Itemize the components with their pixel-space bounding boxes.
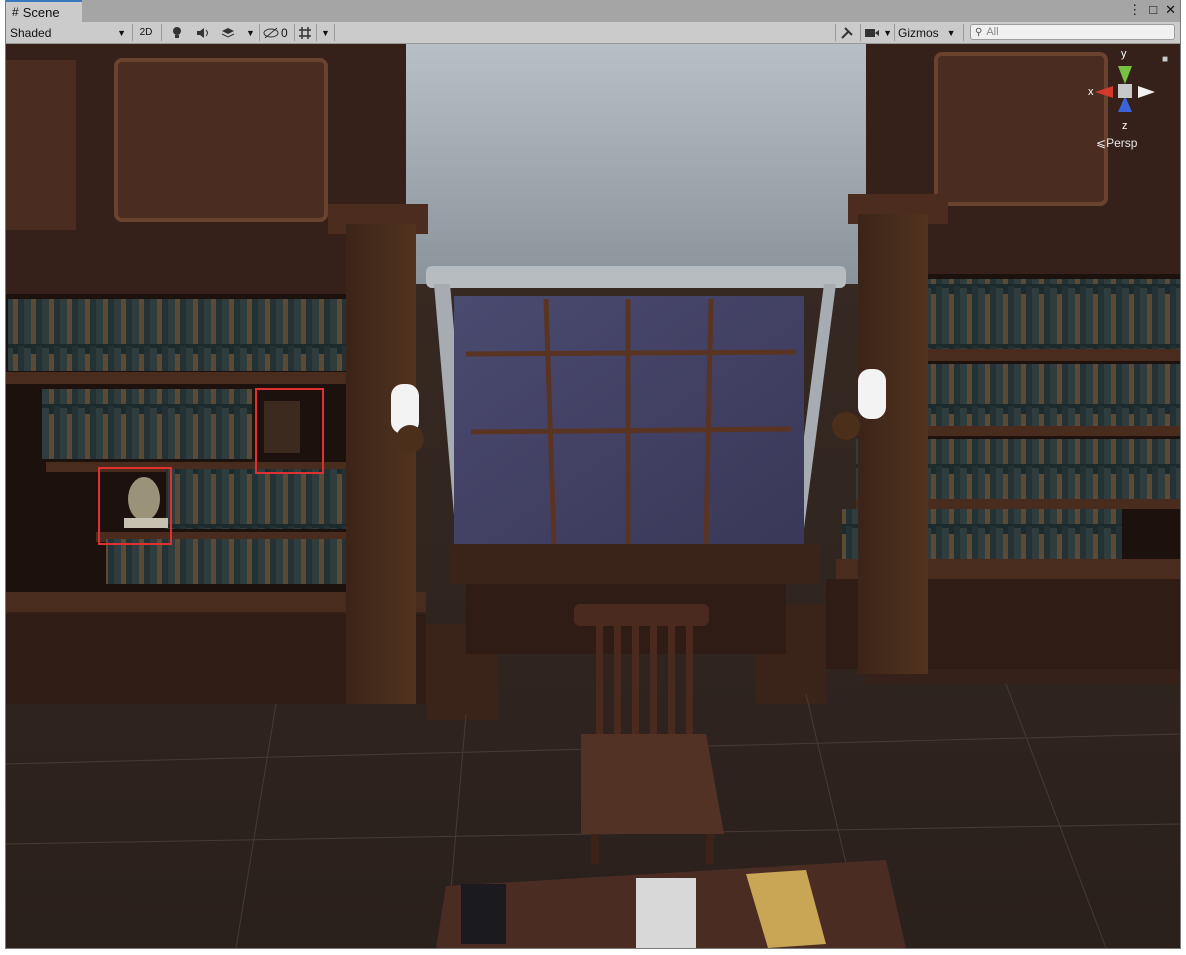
tab-scene-label: Scene <box>22 4 60 20</box>
divider <box>161 24 162 41</box>
chevron-down-icon: ▼ <box>946 27 956 38</box>
wrench-icon <box>841 26 853 39</box>
gizmos-dropdown[interactable]: Gizmos ▼ <box>898 23 960 42</box>
back-wall <box>388 44 898 284</box>
scene-toolbar: Shaded ▼ 2D ▼ 0 ▼ ▼ Gizmos ▼ ⚲ All <box>6 22 1180 44</box>
maximize-icon[interactable]: □ <box>1149 2 1157 18</box>
close-icon[interactable]: ✕ <box>1165 2 1176 18</box>
lightbulb-icon <box>173 27 181 38</box>
hidden-count: 0 <box>281 25 288 40</box>
axis-x-label: x <box>1088 86 1094 98</box>
grid-snap-icon <box>299 26 311 39</box>
grid-toggle[interactable] <box>297 23 313 42</box>
tab-bar: # Scene ⋮ □ ✕ <box>6 0 1180 22</box>
projection-icon: ⩽ <box>1096 136 1107 150</box>
toggle-2d-label: 2D <box>139 27 153 38</box>
scene-visibility-toggle[interactable]: 0 <box>263 23 291 42</box>
toggle-2d-button[interactable]: 2D <box>135 23 157 42</box>
projection-toggle[interactable]: ⩽Persp <box>1096 136 1137 150</box>
tools-button[interactable] <box>838 23 856 42</box>
camera-icon <box>865 28 879 37</box>
chevron-down-icon: ▼ <box>117 27 126 38</box>
lock-icon[interactable]: ■ <box>1162 54 1168 65</box>
grid-dropdown[interactable]: ▼ <box>321 23 331 42</box>
window-frame-top <box>426 266 846 288</box>
axis-z-label: z <box>1122 120 1128 132</box>
projection-label: Persp <box>1106 136 1138 150</box>
speaker-icon <box>197 27 208 38</box>
grid-icon: # <box>12 5 19 19</box>
chevron-down-icon: ▼ <box>321 27 330 38</box>
scene-window: # Scene ⋮ □ ✕ Shaded ▼ 2D ▼ 0 ▼ ▼ Gizmos… <box>6 0 1180 948</box>
chevron-down-icon: ▼ <box>246 27 255 38</box>
tab-scene[interactable]: # Scene <box>6 0 82 22</box>
search-placeholder: All <box>986 26 999 38</box>
axis-y-label: y <box>1121 48 1127 60</box>
search-icon: ⚲ <box>975 26 983 38</box>
draw-mode-dropdown[interactable]: Shaded ▼ <box>10 23 128 42</box>
divider <box>294 24 295 41</box>
divider <box>316 24 317 41</box>
divider <box>860 24 861 41</box>
window-controls: ⋮ □ ✕ <box>1128 2 1176 18</box>
camera-settings-button[interactable]: ▼ <box>864 23 892 42</box>
divider <box>835 24 836 41</box>
effects-dropdown[interactable]: ▼ <box>246 23 256 42</box>
audio-toggle[interactable] <box>195 23 211 42</box>
effects-toggle[interactable] <box>220 23 236 42</box>
kebab-menu-icon[interactable]: ⋮ <box>1128 2 1141 18</box>
layers-icon <box>221 27 235 38</box>
chevron-down-icon: ▼ <box>883 27 892 38</box>
divider <box>334 24 335 41</box>
divider <box>963 24 964 41</box>
divider <box>132 24 133 41</box>
divider <box>259 24 260 41</box>
scene-render <box>6 44 1180 948</box>
draw-mode-value: Shaded <box>10 25 52 40</box>
divider <box>894 24 895 41</box>
eye-hidden-icon <box>263 27 279 38</box>
orientation-gizmo[interactable]: y x z ⩽Persp ■ <box>1080 44 1180 154</box>
scene-viewport[interactable]: y x z ⩽Persp ■ <box>6 44 1180 948</box>
gizmos-label: Gizmos <box>898 25 939 40</box>
hierarchy-search-field[interactable]: ⚲ All <box>970 24 1175 40</box>
lighting-toggle[interactable] <box>169 23 185 42</box>
